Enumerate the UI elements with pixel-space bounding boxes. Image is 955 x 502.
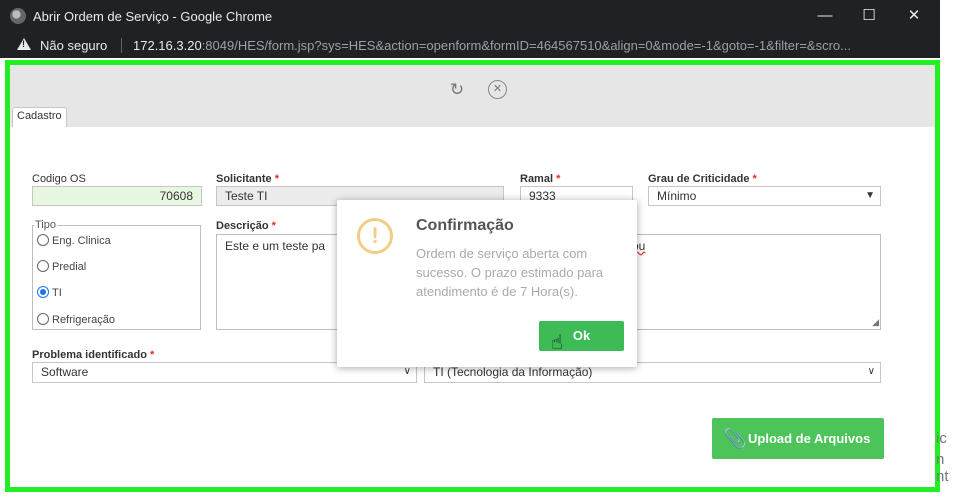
chevron-down-icon: ▼ [865,190,875,201]
upload-button[interactable]: 📎 Upload de Arquivos [712,418,884,459]
browser-titlebar: Abrir Ordem de Serviço - Google Chrome —… [0,0,940,33]
warning-triangle-icon[interactable] [17,38,31,50]
required-mark: * [752,173,757,185]
codigo-os-label: Codigo OS [32,173,86,185]
tipo-legend: Tipo [34,219,57,231]
modal-title: Confirmação [416,217,514,234]
form-toolbar: ↻ ✕ Cadastro [10,65,935,127]
setor-value: TI (Tecnologia da Informação) [433,365,593,379]
background-text: ic [936,430,947,447]
refresh-icon[interactable]: ↻ [447,80,467,100]
codigo-os-field[interactable]: 70608 [32,186,202,206]
radio-ti[interactable]: TI [37,286,62,299]
problema-label-text: Problema identificado [32,349,147,361]
chevron-down-icon: ∨ [867,366,875,377]
maximize-icon[interactable]: ☐ [854,4,884,28]
close-icon[interactable]: ✕ [899,4,929,28]
required-mark: * [271,220,276,232]
window-title: Abrir Ordem de Serviço - Google Chrome [33,9,273,24]
problema-label: Problema identificado * [32,349,154,361]
hand-cursor-icon: ☝ [551,332,564,354]
security-label[interactable]: Não seguro [40,38,107,53]
required-mark: * [149,349,155,361]
solicitante-label: Solicitante * [216,173,279,185]
form-frame: ↻ ✕ Cadastro Codigo OS Solicitante * Ram… [5,60,940,492]
minimize-icon[interactable]: — [810,4,840,28]
close-circle-icon[interactable]: ✕ [488,80,507,99]
solicitante-label-text: Solicitante [216,173,272,185]
radio-icon[interactable] [37,234,49,246]
radio-checked-icon[interactable] [37,286,49,298]
radio-label: Eng. Clinica [52,235,111,247]
required-mark: * [556,173,561,185]
radio-label: TI [52,287,62,299]
upload-button-label: Upload de Arquivos [748,431,871,446]
url-path: :8049/HES/form.jsp?sys=HES&action=openfo… [201,38,851,53]
modal-message: Ordem de serviço aberta com sucesso. O p… [416,246,604,299]
required-mark: * [274,173,279,185]
grau-select[interactable]: Mínimo ▼ [648,186,881,206]
radio-refrigeracao[interactable]: Refrigeração [37,313,115,326]
chrome-logo-icon [10,8,26,24]
grau-value: Mínimo [657,189,697,203]
radio-predial[interactable]: Predial [37,260,86,273]
tab-cadastro[interactable]: Cadastro [12,107,67,127]
descricao-text: Este e um teste pa [225,239,326,253]
background-text: nt [936,468,949,485]
confirmation-modal: ! Confirmação Ordem de serviço aberta co… [337,200,637,367]
radio-icon[interactable] [37,260,49,272]
radio-label: Predial [52,261,87,273]
chevron-down-icon: ∨ [403,366,411,377]
warning-icon: ! [357,218,393,254]
ramal-label: Ramal * [520,173,560,185]
radio-label: Refrigeração [52,314,115,326]
descricao-label: Descrição * [216,220,276,232]
grau-label: Grau de Criticidade * [648,173,757,185]
resize-handle-icon[interactable]: ◢ [872,317,879,328]
background-text: n [936,451,945,468]
radio-icon[interactable] [37,313,49,325]
url-text[interactable]: 172.16.3.20:8049/HES/form.jsp?sys=HES&ac… [133,38,933,53]
problema-value: Software [41,365,89,379]
address-bar[interactable]: Não seguro 172.16.3.20:8049/HES/form.jsp… [0,33,940,58]
grau-label-text: Grau de Criticidade [648,173,750,185]
paperclip-icon: 📎 [723,429,747,450]
url-host: 172.16.3.20 [133,38,202,53]
descricao-label-text: Descrição [216,220,269,232]
ramal-label-text: Ramal [520,173,554,185]
radio-eng-clinica[interactable]: Eng. Clinica [37,234,111,247]
separator [121,38,122,53]
